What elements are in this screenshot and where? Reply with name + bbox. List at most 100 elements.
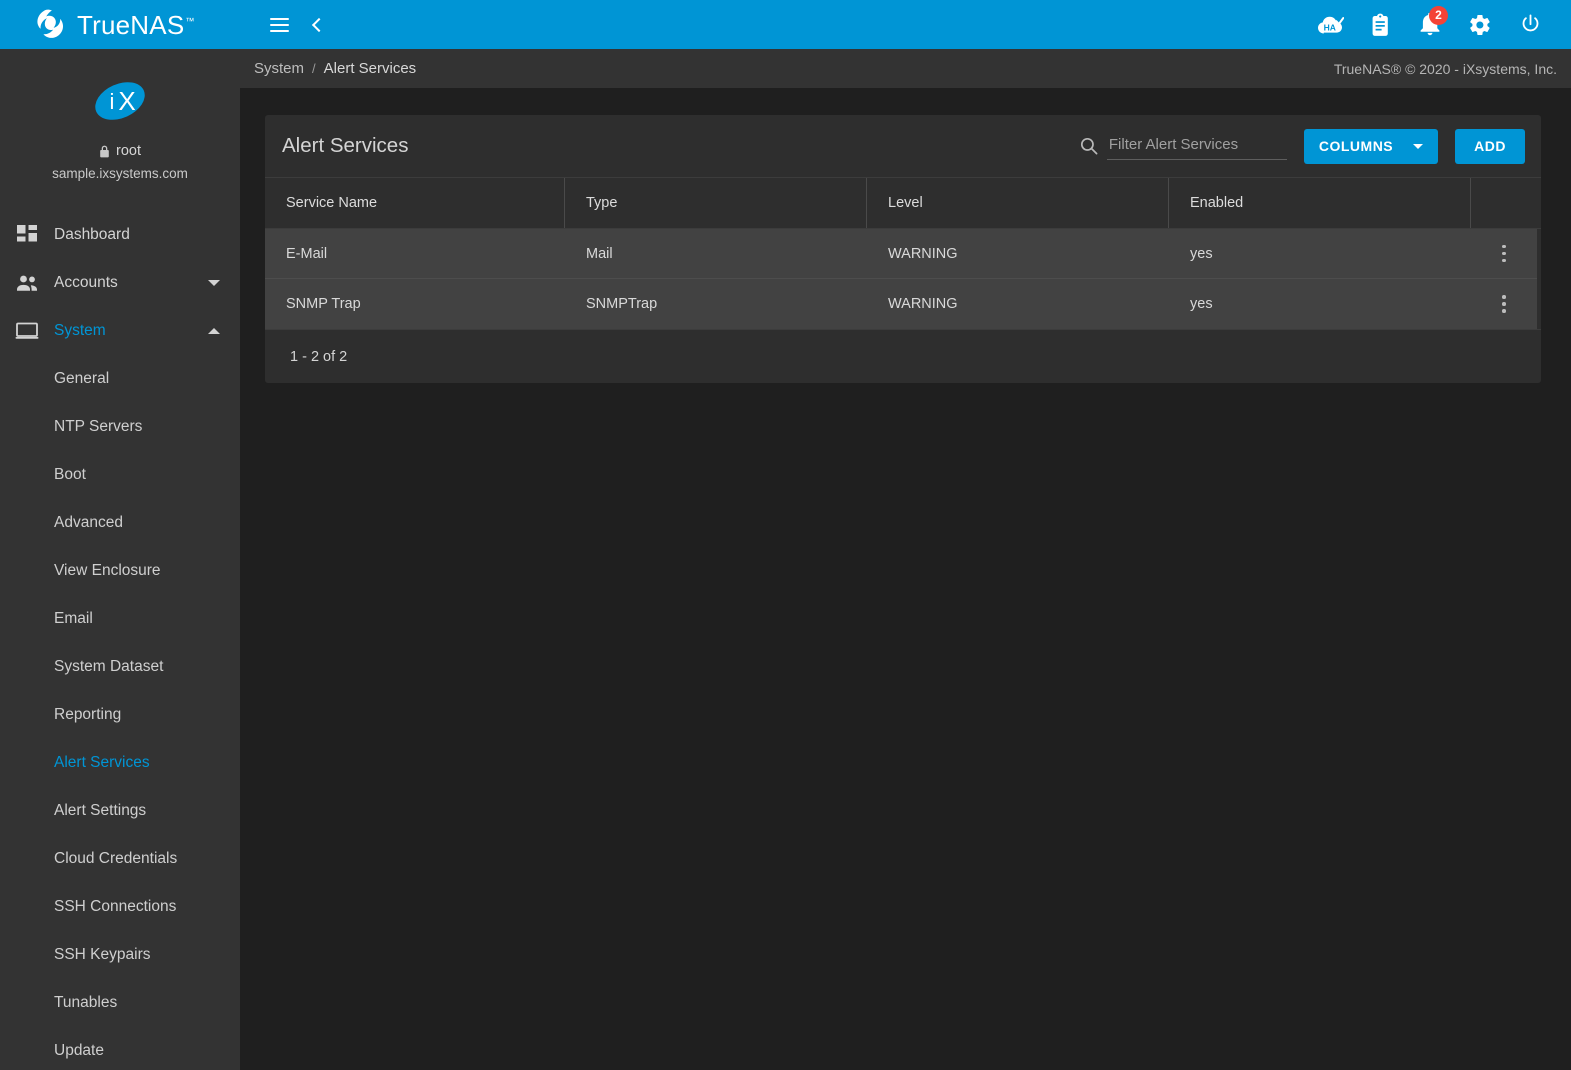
alert-services-table: Service Name Type Level Enabled E-Mail M…: [265, 177, 1541, 383]
brand-area[interactable]: TrueNAS™: [0, 0, 240, 49]
cell-type: SNMPTrap: [586, 296, 658, 312]
sidebar-item-label: Dashboard: [54, 226, 130, 243]
brand-title: TrueNAS™: [77, 9, 195, 40]
sidebar-subitem-ssh-keypairs[interactable]: SSH Keypairs: [0, 931, 240, 979]
power-icon[interactable]: [1511, 6, 1549, 44]
accounts-people-icon: [14, 274, 40, 292]
sidebar-subitem-email[interactable]: Email: [0, 595, 240, 643]
sidebar-subitem-label: Update: [54, 1042, 104, 1059]
cell-enabled: yes: [1190, 296, 1213, 312]
user-line: root: [0, 143, 240, 159]
column-header-type[interactable]: Type: [565, 178, 867, 228]
sidebar-subitem-label: View Enclosure: [54, 562, 161, 579]
clipboard-jobs-icon[interactable]: [1361, 6, 1399, 44]
kebab-menu-icon[interactable]: [1493, 291, 1515, 317]
breadcrumb-current: Alert Services: [323, 60, 417, 77]
sidebar-subitem-boot[interactable]: Boot: [0, 451, 240, 499]
card-header-tools: COLUMNS ADD: [1080, 128, 1525, 164]
sidebar-subitem-ntp-servers[interactable]: NTP Servers: [0, 403, 240, 451]
sidebar-subitem-alert-settings[interactable]: Alert Settings: [0, 787, 240, 835]
sidebar-nav: Dashboard Accounts System General NTP Se…: [0, 211, 240, 1070]
sidebar-subitem-label: SSH Connections: [54, 898, 177, 915]
sidebar-subitem-update[interactable]: Update: [0, 1027, 240, 1070]
breadcrumb-separator: /: [312, 61, 316, 76]
table-body: E-Mail Mail WARNING yes SNMP Trap SNMPTr…: [265, 229, 1541, 329]
search-input[interactable]: [1106, 132, 1287, 160]
pagination-label: 1 - 2 of 2: [290, 348, 348, 365]
card-header: Alert Services COLUMNS: [265, 115, 1541, 177]
top-bar-icons: HA 2: [1311, 5, 1549, 44]
truenas-logo-icon: [37, 9, 64, 38]
svg-text:HA: HA: [1323, 22, 1335, 32]
column-header-actions: [1471, 178, 1541, 228]
column-header-level[interactable]: Level: [867, 178, 1169, 228]
sidebar-subitem-label: Boot: [54, 466, 86, 483]
truenas-app: TrueNAS™ HA 2 i X root sample.ixsystems.…: [0, 0, 1571, 1070]
sidebar: i X root sample.ixsystems.com Dashboard …: [0, 49, 240, 1070]
top-bar-main: HA 2: [240, 0, 1571, 49]
top-bar: TrueNAS™ HA 2: [0, 0, 1571, 49]
sidebar-subitem-system-dataset[interactable]: System Dataset: [0, 643, 240, 691]
sidebar-subitem-alert-services[interactable]: Alert Services: [0, 739, 240, 787]
sidebar-subitem-ssh-connections[interactable]: SSH Connections: [0, 883, 240, 931]
sidebar-item-label: Accounts: [54, 274, 118, 291]
settings-gear-icon[interactable]: [1461, 6, 1499, 44]
system-monitor-icon: [14, 322, 40, 340]
sidebar-subitem-view-enclosure[interactable]: View Enclosure: [0, 547, 240, 595]
svg-text:X: X: [118, 86, 135, 116]
user-block: i X root sample.ixsystems.com: [0, 49, 240, 197]
notifications-bell-icon[interactable]: 2: [1411, 5, 1449, 44]
chevron-down-icon[interactable]: [208, 280, 220, 286]
sidebar-subitem-reporting[interactable]: Reporting: [0, 691, 240, 739]
breadcrumb-parent[interactable]: System: [250, 60, 308, 77]
sidebar-subitem-tunables[interactable]: Tunables: [0, 979, 240, 1027]
cell-actions: [1471, 279, 1537, 329]
brand-trademark: ™: [185, 15, 195, 26]
add-button[interactable]: ADD: [1455, 128, 1525, 164]
page-title: Alert Services: [282, 134, 409, 157]
sidebar-item-accounts[interactable]: Accounts: [0, 259, 240, 307]
page-body: Alert Services COLUMNS: [240, 88, 1571, 1070]
breadcrumb: System / Alert Services TrueNAS® © 2020 …: [240, 49, 1571, 88]
sidebar-subitem-label: Alert Settings: [54, 802, 147, 819]
sidebar-subitem-label: System Dataset: [54, 658, 164, 675]
table-row[interactable]: E-Mail Mail WARNING yes: [265, 229, 1537, 279]
filter-search: [1080, 132, 1287, 160]
content-area: System / Alert Services TrueNAS® © 2020 …: [240, 49, 1571, 1070]
hamburger-menu-icon[interactable]: [260, 6, 298, 44]
sidebar-item-label: System: [54, 322, 106, 339]
chevron-left-icon[interactable]: [298, 6, 336, 44]
cell-service-name: E-Mail: [286, 245, 328, 262]
sidebar-subitem-label: General: [54, 370, 110, 387]
body-row: i X root sample.ixsystems.com Dashboard …: [0, 49, 1571, 1070]
sidebar-item-dashboard[interactable]: Dashboard: [0, 211, 240, 259]
svg-text:i: i: [110, 89, 115, 114]
ha-status-icon[interactable]: HA: [1311, 6, 1349, 44]
columns-button[interactable]: COLUMNS: [1303, 128, 1439, 164]
table-row[interactable]: SNMP Trap SNMPTrap WARNING yes: [265, 279, 1537, 329]
add-button-label: ADD: [1474, 138, 1506, 154]
columns-button-label: COLUMNS: [1318, 138, 1394, 154]
notifications-badge: 2: [1429, 5, 1448, 25]
sidebar-subitem-label: Tunables: [54, 994, 118, 1011]
hostname-label: sample.ixsystems.com: [52, 166, 188, 181]
cell-level: WARNING: [888, 245, 958, 262]
lock-icon: [100, 145, 109, 157]
cell-type: Mail: [586, 245, 613, 262]
sidebar-item-system[interactable]: System: [0, 307, 240, 355]
sidebar-subitem-label: Advanced: [54, 514, 123, 531]
sidebar-subitem-cloud-credentials[interactable]: Cloud Credentials: [0, 835, 240, 883]
kebab-menu-icon[interactable]: [1493, 241, 1515, 267]
search-icon[interactable]: [1080, 137, 1098, 155]
sidebar-subitem-label: SSH Keypairs: [54, 946, 151, 963]
dashboard-grid-icon: [14, 224, 40, 246]
chevron-up-icon[interactable]: [208, 328, 220, 334]
column-header-service-name[interactable]: Service Name: [265, 178, 565, 228]
column-header-enabled[interactable]: Enabled: [1169, 178, 1471, 228]
chevron-down-icon: [1413, 143, 1424, 149]
cell-actions: [1471, 229, 1537, 278]
cell-level: WARNING: [888, 296, 958, 312]
sidebar-subitem-general[interactable]: General: [0, 355, 240, 403]
sidebar-subitem-advanced[interactable]: Advanced: [0, 499, 240, 547]
sidebar-subitem-label: Alert Services: [54, 754, 150, 771]
